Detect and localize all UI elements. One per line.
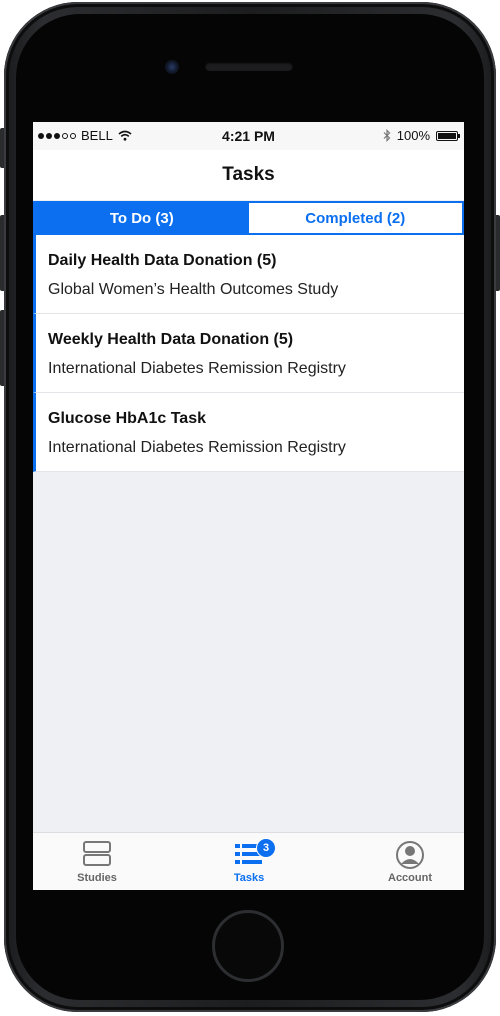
task-title: Glucose HbA1c Task	[48, 410, 206, 427]
status-right: 100%	[383, 128, 460, 143]
account-icon	[395, 840, 425, 870]
task-study: International Diabetes Remission Registr…	[48, 439, 346, 456]
battery-percent: 100%	[396, 128, 430, 143]
tab-label-tasks: Tasks	[233, 872, 265, 884]
screen: BELL 4:21 PM 100% Tasks To Do (3) Comple…	[33, 122, 464, 890]
earpiece-speaker	[205, 62, 293, 71]
studies-icon	[82, 840, 112, 870]
tab-completed[interactable]: Completed (2)	[248, 203, 462, 233]
tab-label-studies: Studies	[77, 872, 117, 884]
battery-icon	[436, 130, 460, 141]
task-title: Daily Health Data Donation (5)	[48, 252, 277, 269]
page-title: Tasks	[222, 164, 275, 185]
task-list: Daily Health Data Donation (5) Global Wo…	[33, 235, 464, 472]
task-row[interactable]: Daily Health Data Donation (5) Global Wo…	[33, 235, 464, 314]
task-row[interactable]: Glucose HbA1c Task International Diabete…	[33, 393, 464, 472]
task-filter-segmented-control: To Do (3) Completed (2)	[33, 201, 464, 235]
phone-frame: BELL 4:21 PM 100% Tasks To Do (3) Comple…	[0, 0, 500, 1016]
status-bar: BELL 4:21 PM 100%	[33, 122, 464, 150]
tasks-count-badge: 3	[256, 838, 276, 858]
tasks-list-icon: 3	[234, 838, 276, 870]
tab-bar-item-tasks[interactable]: 3 Tasks	[189, 833, 309, 890]
task-study: International Diabetes Remission Registr…	[48, 360, 346, 377]
tab-to-do[interactable]: To Do (3)	[35, 203, 249, 233]
tab-label-account: Account	[388, 872, 432, 884]
home-button[interactable]	[212, 910, 284, 982]
navigation-bar: Tasks	[33, 150, 464, 200]
task-row[interactable]: Weekly Health Data Donation (5) Internat…	[33, 314, 464, 393]
tab-bar-item-studies[interactable]: Studies	[37, 833, 157, 890]
front-camera	[165, 60, 179, 74]
bluetooth-icon	[383, 129, 391, 142]
task-study: Global Women’s Health Outcomes Study	[48, 281, 339, 298]
task-title: Weekly Health Data Donation (5)	[48, 331, 294, 348]
tab-bar-item-account[interactable]: Account	[350, 833, 464, 890]
tab-bar: Studies 3 Tasks Account	[33, 832, 464, 890]
